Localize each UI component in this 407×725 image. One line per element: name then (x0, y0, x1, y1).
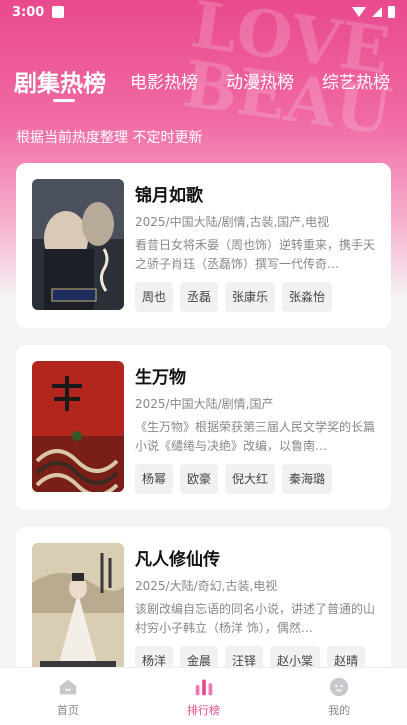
tab-movie-ranking[interactable]: 电影热榜 (130, 68, 198, 93)
card-meta: 2025/中国大陆/剧情,古装,国产,电视 (135, 215, 330, 229)
status-time: 3:00 (12, 4, 45, 20)
nav-home-label: 首页 (56, 704, 79, 717)
card-title: 生万物 (135, 368, 186, 388)
bottom-navigation: 首页 排行榜 我的 (0, 667, 407, 725)
poster-image (32, 361, 124, 492)
card-meta: 2025/中国大陆/剧情,国产 (135, 397, 274, 411)
cast-tag[interactable]: 周也 (135, 282, 174, 312)
card-title: 凡人修仙传 (135, 550, 220, 570)
cast-tag[interactable]: 杨幂 (135, 464, 174, 494)
cast-tag[interactable]: 欧豪 (180, 464, 219, 494)
cast-tags: 杨幂 欧豪 倪大红 秦海璐 (135, 464, 333, 494)
tab-variety-ranking[interactable]: 综艺热榜 (322, 68, 390, 93)
nav-profile[interactable]: 我的 (271, 668, 407, 725)
poster-image (32, 543, 124, 674)
cast-tags: 周也 丞磊 张康乐 张淼怡 (135, 282, 333, 312)
notification-icon (52, 6, 65, 18)
card-meta: 2025/大陆/奇幻,古装,电视 (135, 579, 278, 593)
card-description: 该剧改编自忘语的同名小说，讲述了普通的山村穷小子韩立（杨洋 饰），偶然… (135, 602, 376, 635)
cast-tag[interactable]: 丞磊 (180, 282, 219, 312)
card-description: 《生万物》根据荣获第三届人民文学奖的长篇小说《缱绻与决绝》改编，以鲁南… (135, 420, 376, 453)
tab-series-ranking[interactable]: 剧集热榜 (14, 64, 106, 98)
chart-icon (195, 679, 212, 696)
tab-indicator (53, 99, 75, 102)
signal-icon (372, 7, 382, 17)
card-description: 看昔日女将禾晏（周也饰）逆转重来，携手天之骄子肖珏（丞磊饰）撰写一代传奇… (135, 238, 376, 271)
nav-ranking[interactable]: 排行榜 (136, 668, 272, 725)
nav-ranking-label: 排行榜 (187, 704, 220, 717)
status-bar: 3:00 (0, 0, 407, 24)
cast-tag[interactable]: 倪大红 (225, 464, 276, 494)
nav-profile-label: 我的 (328, 704, 351, 717)
page-subtitle: 根据当前热度整理 不定时更新 (16, 130, 203, 146)
ranking-card[interactable]: 锦月如歌 2025/中国大陆/剧情,古装,国产,电视 看昔日女将禾晏（周也饰）逆… (16, 163, 391, 328)
battery-icon (388, 6, 395, 18)
cast-tag[interactable]: 张淼怡 (282, 282, 333, 312)
poster-image (32, 179, 124, 310)
ranking-card[interactable]: 生万物 2025/中国大陆/剧情,国产 《生万物》根据荣获第三届人民文学奖的长篇… (16, 345, 391, 510)
cast-tag[interactable]: 秦海璐 (282, 464, 333, 494)
wifi-icon (352, 7, 366, 17)
home-icon (59, 679, 77, 695)
cast-tag[interactable]: 张康乐 (225, 282, 276, 312)
category-tabs: 剧集热榜 电影热榜 动漫热榜 综艺热榜 (0, 60, 407, 110)
profile-icon (330, 677, 349, 697)
tab-anime-ranking[interactable]: 动漫热榜 (226, 68, 294, 93)
nav-home[interactable]: 首页 (0, 668, 136, 725)
card-title: 锦月如歌 (135, 186, 203, 206)
